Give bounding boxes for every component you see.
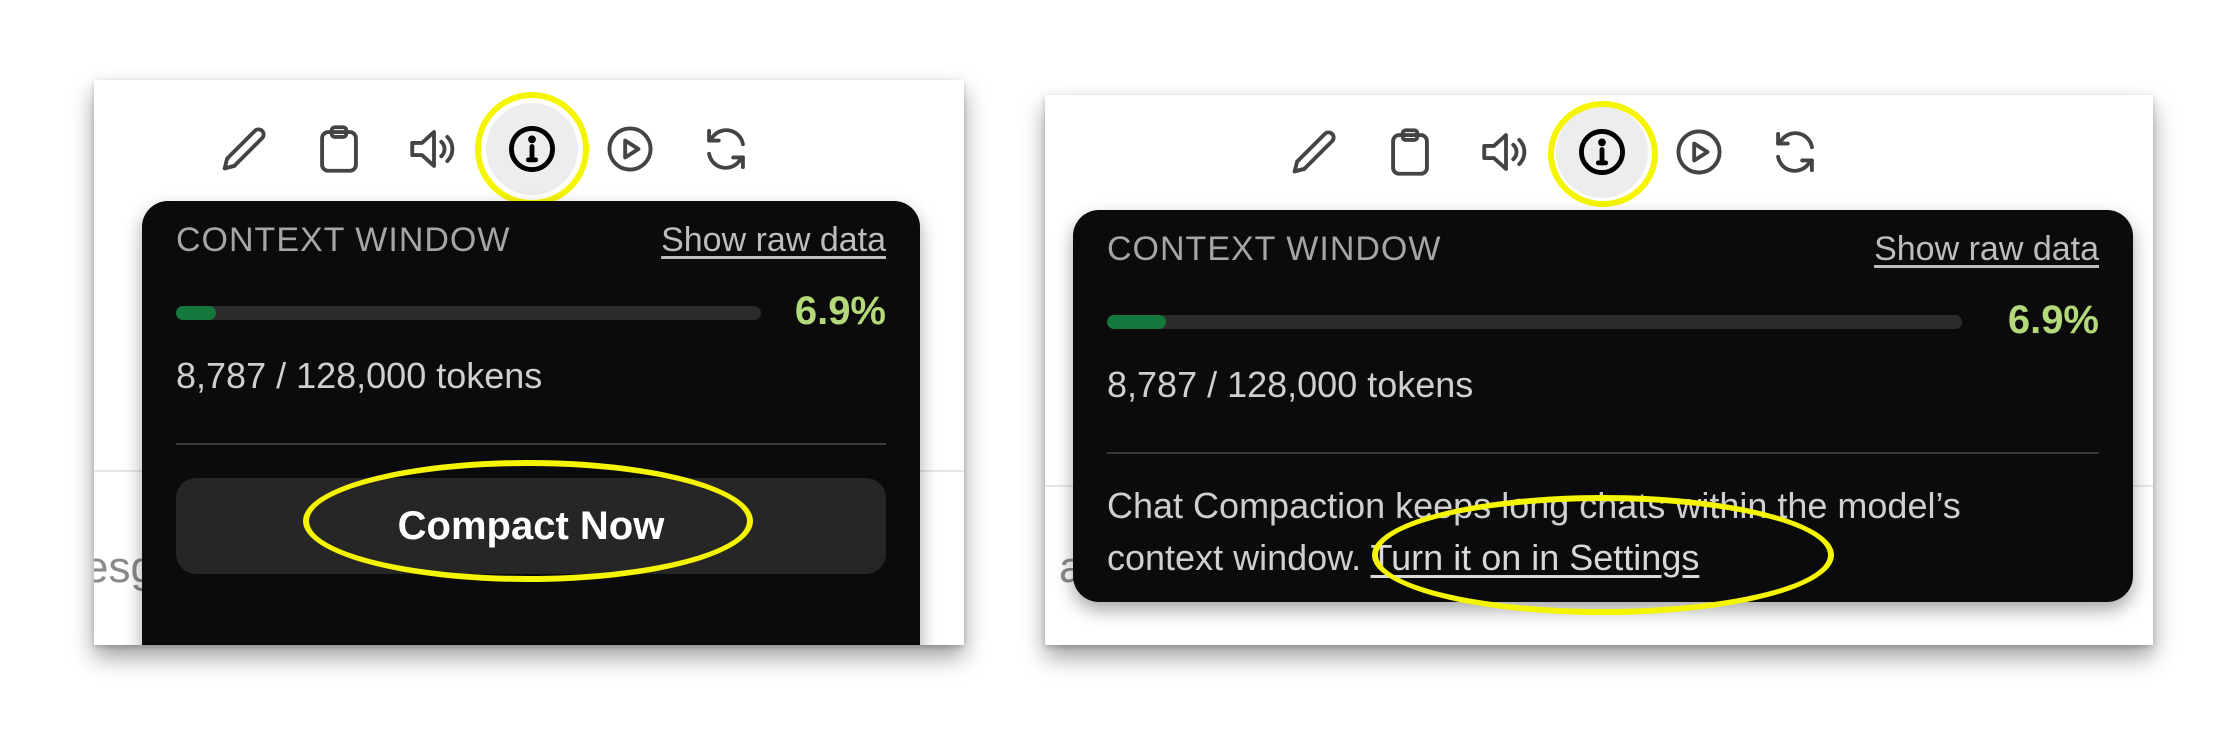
refresh-icon[interactable] [1766,123,1824,181]
info-icon[interactable] [503,120,561,178]
context-progress-bar [176,306,761,320]
popup-title: CONTEXT WINDOW [1107,230,1442,268]
context-percent: 6.9% [2007,298,2099,342]
show-raw-data-link[interactable]: Show raw data [661,221,886,260]
refresh-icon[interactable] [697,120,755,178]
progress-fill [176,306,217,320]
token-count: 8,787 / 128,000 tokens [1107,364,1474,405]
popup-divider [1107,452,2099,454]
clipboard-icon[interactable] [310,120,368,178]
description-line2: context window. [1107,537,1371,578]
left-screenshot-panel: esg CONTEXT WINDOW Show raw data 6.9% 8,… [94,80,964,645]
progress-fill [1107,315,1166,329]
context-window-popup: CONTEXT WINDOW Show raw data 6.9% 8,787 … [142,201,920,645]
play-icon[interactable] [601,120,659,178]
show-raw-data-link[interactable]: Show raw data [1874,230,2099,269]
context-progress-bar [1107,315,1962,329]
compaction-description: Chat Compaction keeps long chats within … [1107,480,2107,584]
speaker-icon[interactable] [1477,123,1535,181]
right-screenshot-panel: l a CONTEXT WINDOW Show raw data [1045,95,2153,645]
info-icon[interactable] [1573,123,1631,181]
compact-now-button[interactable]: Compact Now [176,478,886,574]
context-window-popup: CONTEXT WINDOW Show raw data 6.9% 8,787 … [1073,210,2133,602]
token-count: 8,787 / 128,000 tokens [176,355,543,396]
description-line1: Chat Compaction keeps long chats within … [1107,485,1961,526]
pencil-icon[interactable] [1285,123,1343,181]
speaker-icon[interactable] [405,120,463,178]
settings-link[interactable]: Turn it on in Settings [1371,537,1700,578]
popup-divider [176,443,886,445]
pencil-icon[interactable] [215,120,273,178]
context-percent: 6.9% [794,289,886,333]
clipboard-icon[interactable] [1381,123,1439,181]
play-icon[interactable] [1670,123,1728,181]
popup-title: CONTEXT WINDOW [176,221,511,259]
